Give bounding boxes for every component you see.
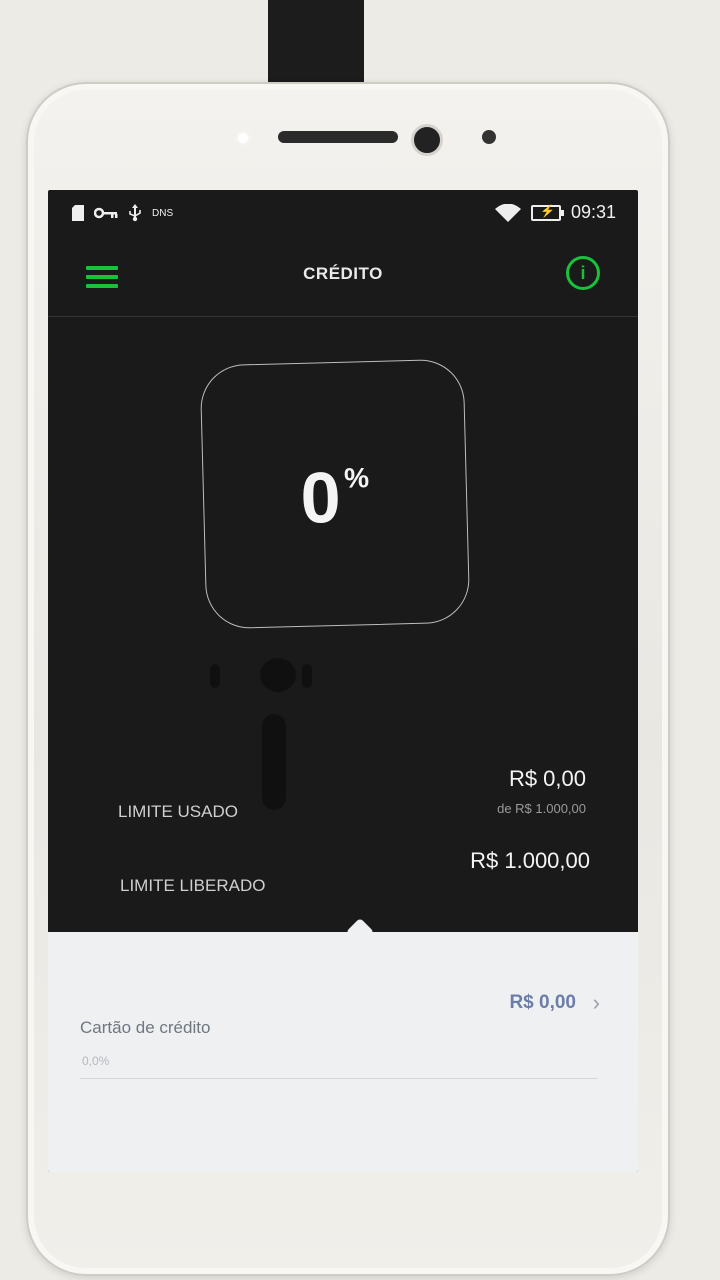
credit-usage-gauge: 0% — [199, 358, 471, 630]
proximity-sensor — [482, 130, 496, 144]
released-limit-value: R$ 1.000,00 — [470, 848, 590, 873]
page-title: CRÉDITO — [303, 264, 383, 283]
front-camera — [411, 124, 443, 156]
status-right: ⚡ 09:31 — [494, 202, 616, 223]
earpiece-speaker — [278, 131, 398, 143]
chevron-right-icon: › — [592, 990, 600, 1015]
status-bar: DNS ⚡ 09:31 — [48, 190, 638, 236]
used-limit-label: LIMITE USADO — [118, 802, 238, 821]
usage-percent: 0% — [203, 454, 467, 543]
usb-cable — [268, 0, 364, 88]
divider — [80, 1078, 598, 1079]
usage-percent-value: 0 — [299, 457, 342, 539]
screen-glare — [210, 658, 320, 818]
usage-percent-sign: % — [343, 462, 370, 494]
clock: 09:31 — [570, 202, 616, 222]
notification-led — [238, 133, 248, 143]
credit-card-panel: Cartão de crédito R$ 0,00 › 0,0% — [48, 917, 638, 1172]
dns-indicator: DNS — [152, 207, 174, 219]
wifi-icon — [494, 203, 521, 222]
status-left: DNS — [72, 204, 173, 222]
panel-pointer — [345, 917, 375, 947]
used-limit-value: R$ 0,00 — [508, 766, 586, 791]
usb-icon — [129, 204, 141, 222]
credit-card-percent: 0,0% — [82, 1054, 110, 1068]
sim-icon — [72, 205, 84, 221]
used-limit-of: de R$ 1.000,00 — [497, 801, 586, 816]
credit-card-value: R$ 0,00 — [509, 992, 576, 1013]
credit-card-label: Cartão de crédito — [80, 1018, 211, 1037]
released-limit-label: LIMITE LIBERADO — [120, 876, 266, 895]
app-bar: CRÉDITO i — [48, 236, 638, 317]
info-icon[interactable]: i — [566, 256, 600, 290]
key-icon — [94, 207, 118, 219]
battery-charging-icon: ⚡ — [530, 204, 564, 221]
app-screen: DNS ⚡ 09:31 CRÉDITO i 0% LIMITE USADO R$… — [48, 190, 638, 1172]
